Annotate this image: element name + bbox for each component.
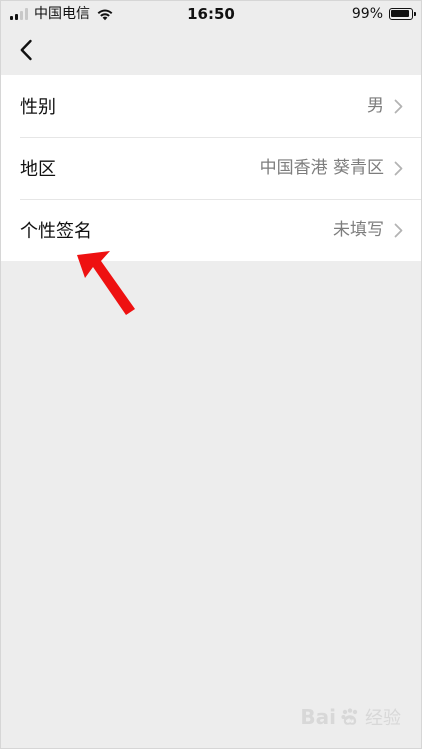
- setting-value: 中国香港 葵青区: [259, 158, 384, 178]
- watermark-left-text: Bai: [300, 705, 336, 729]
- setting-row-signature[interactable]: 个性签名 未填写: [1, 199, 421, 261]
- chevron-left-icon: [20, 39, 32, 61]
- baidu-paw-icon: du: [341, 708, 358, 725]
- setting-row-gender[interactable]: 性别 男: [1, 75, 421, 137]
- setting-label: 性别: [20, 97, 56, 118]
- setting-row-region[interactable]: 地区 中国香港 葵青区: [1, 137, 421, 199]
- battery-percent: 99%: [351, 6, 383, 22]
- status-right: 99%: [351, 5, 416, 23]
- phone-screen: 中国电信 16:50 99% 性别 男 地区 中国香港 葵青区 个性签名 未填写…: [0, 0, 422, 749]
- navigation-bar: [1, 27, 421, 75]
- battery-fill: [391, 10, 409, 17]
- setting-label: 地区: [20, 159, 56, 180]
- battery-icon: [389, 8, 416, 20]
- chevron-right-icon: [394, 223, 403, 237]
- chevron-right-icon: [394, 99, 403, 113]
- setting-value: 男: [367, 96, 384, 116]
- watermark-right-text: 经验: [365, 708, 401, 729]
- setting-label: 个性签名: [20, 221, 92, 242]
- settings-list: 性别 男 地区 中国香港 葵青区 个性签名 未填写: [1, 75, 421, 261]
- svg-text:du: du: [346, 718, 354, 724]
- watermark: Bai du 经验: [300, 704, 401, 730]
- back-button[interactable]: [13, 37, 39, 63]
- setting-value: 未填写: [333, 220, 384, 240]
- status-bar: 中国电信 16:50 99%: [1, 1, 421, 27]
- chevron-right-icon: [394, 161, 403, 175]
